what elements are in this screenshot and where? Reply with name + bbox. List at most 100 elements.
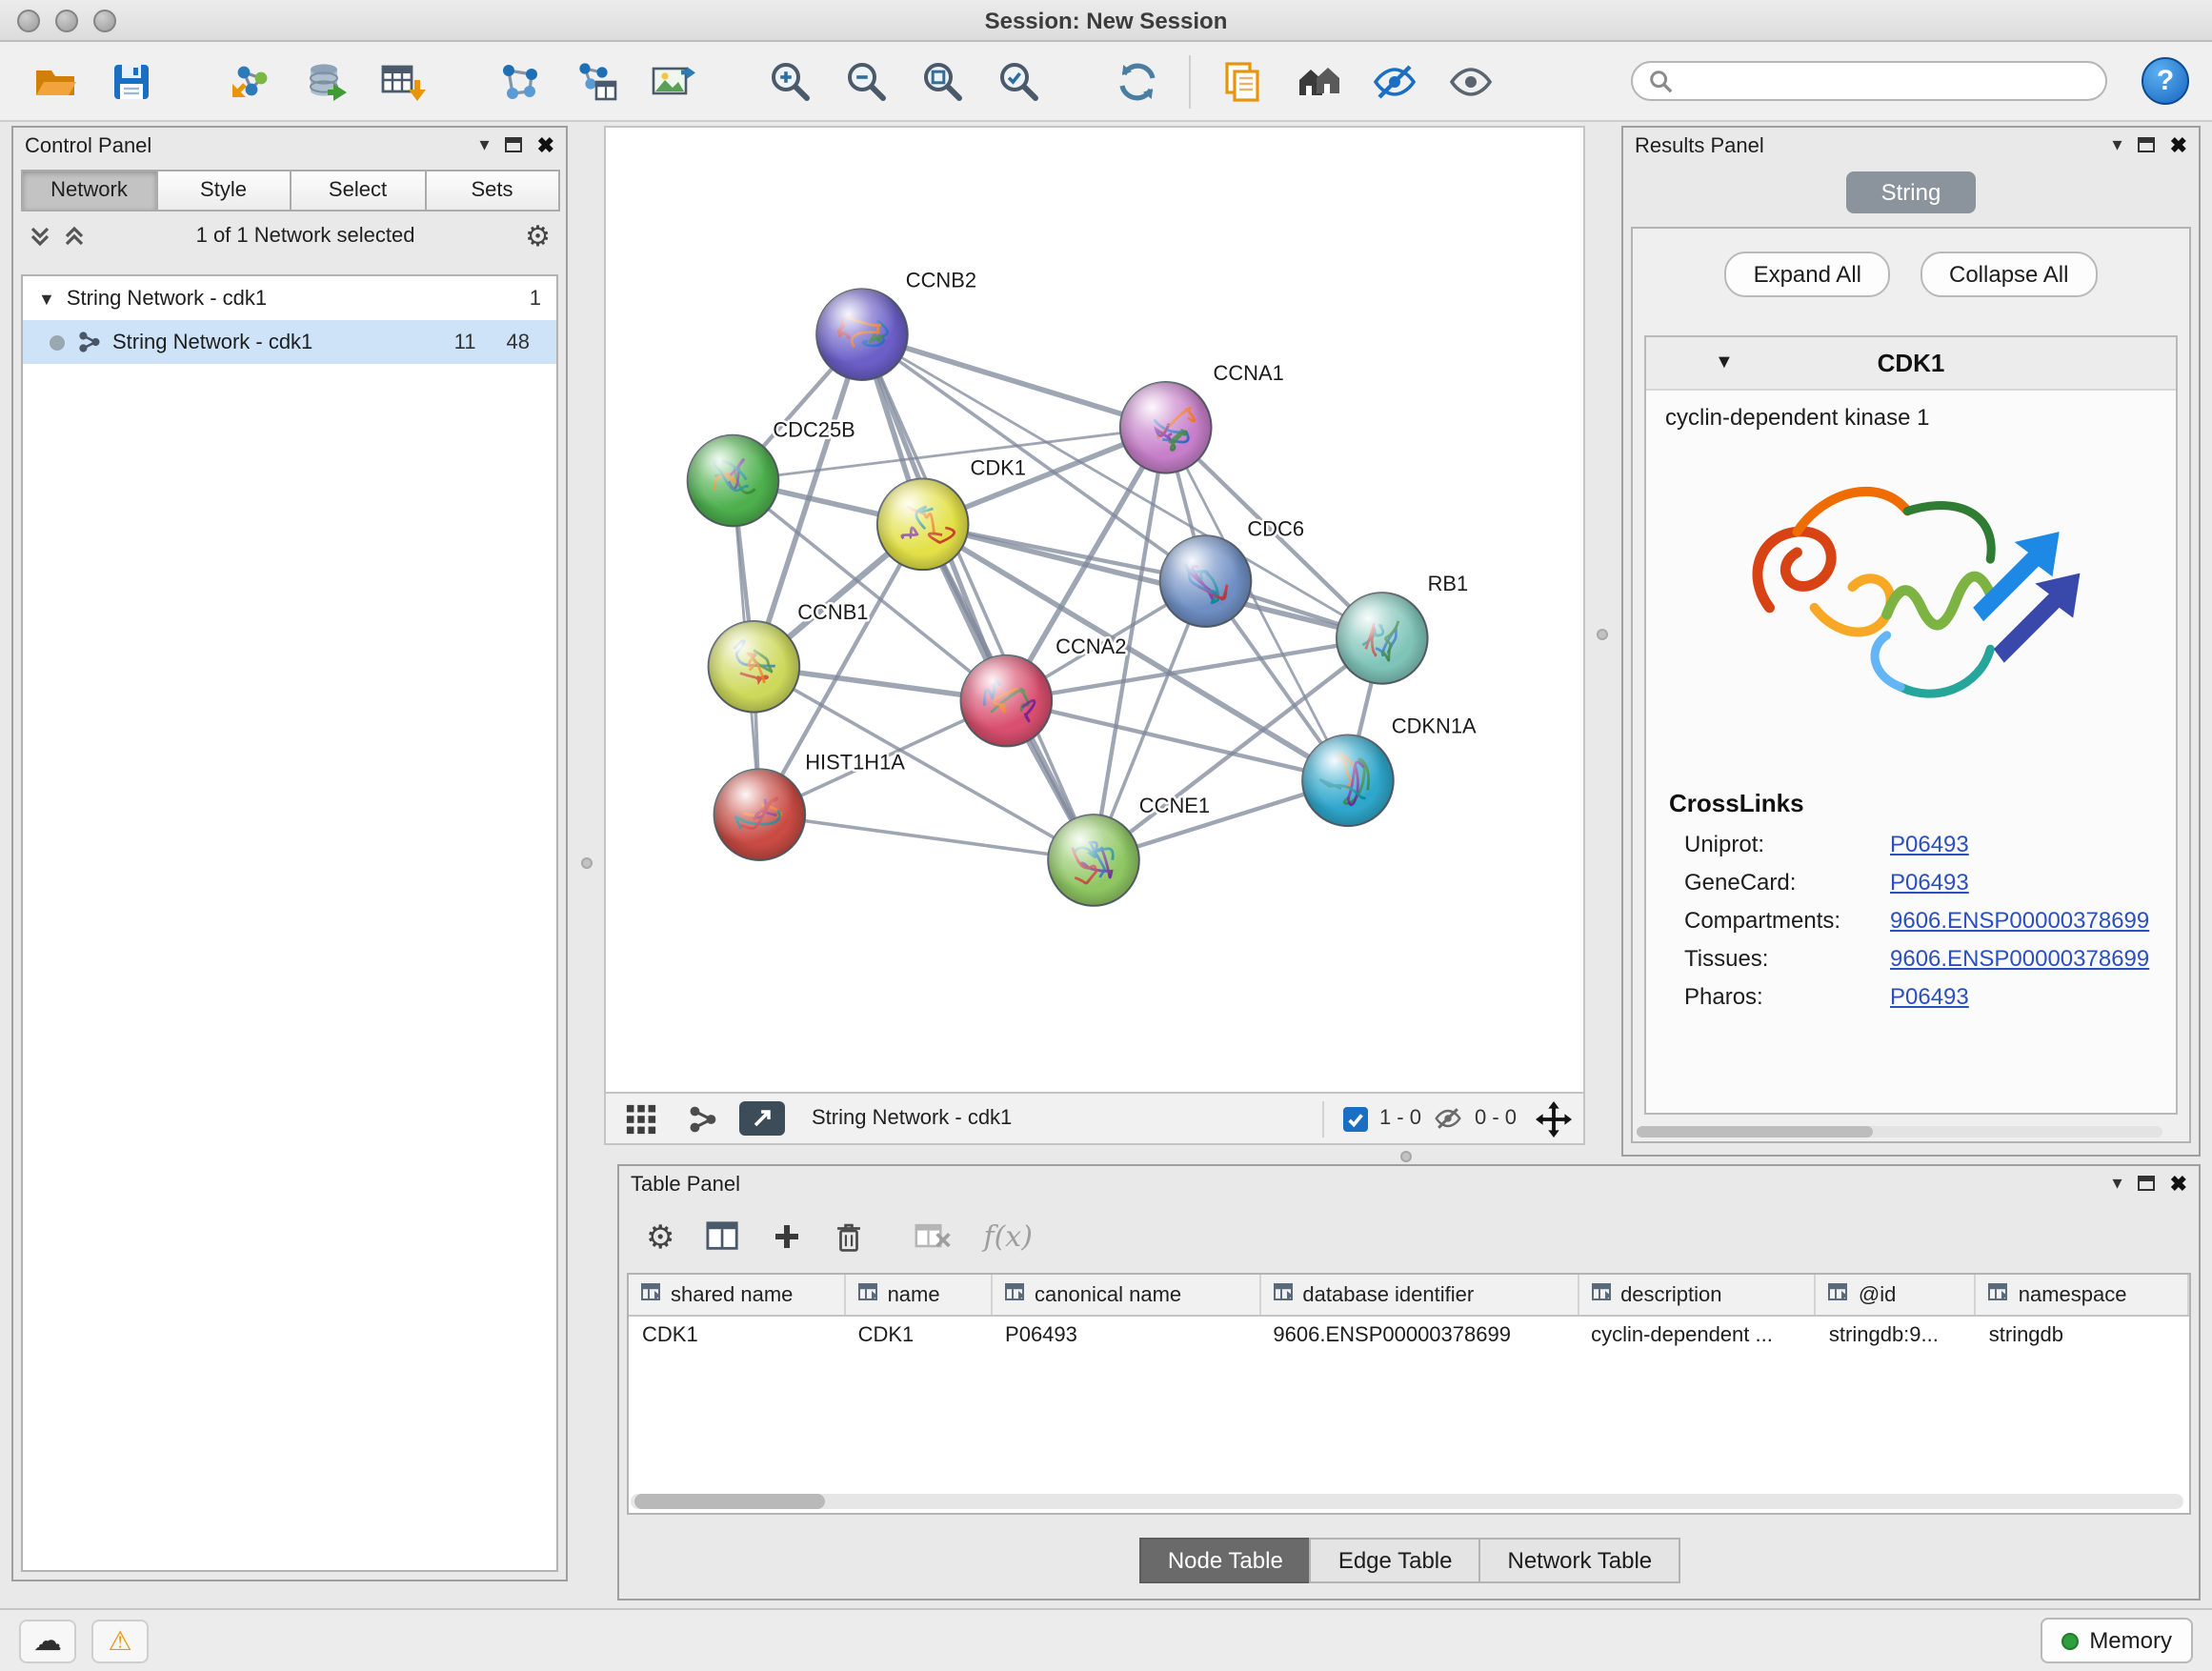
- network-node-CDKN1A[interactable]: [1302, 735, 1394, 826]
- table-cell[interactable]: stringdb: [1976, 1315, 2188, 1355]
- table-cell[interactable]: P06493: [992, 1315, 1259, 1355]
- column-header-database-identifier[interactable]: database identifier: [1259, 1275, 1578, 1315]
- table-horizontal-scrollbar[interactable]: [631, 1494, 2183, 1509]
- export-network-button[interactable]: [564, 49, 629, 113]
- float-panel-icon[interactable]: [505, 136, 522, 157]
- duplicate-network-button[interactable]: [1210, 49, 1275, 113]
- collapse-panel-icon[interactable]: ▾: [2113, 1176, 2122, 1195]
- show-columns-button[interactable]: [706, 1219, 742, 1254]
- close-panel-icon[interactable]: ✖: [2170, 136, 2187, 157]
- table-settings-button[interactable]: ⚙: [646, 1220, 675, 1253]
- network-edge[interactable]: [862, 334, 1166, 428]
- network-node-CCNE1[interactable]: [1048, 815, 1139, 906]
- function-builder-button[interactable]: f(x): [984, 1219, 1033, 1254]
- save-session-button[interactable]: [99, 49, 164, 113]
- collapse-all-icon[interactable]: [63, 225, 86, 248]
- refresh-layout-button[interactable]: [1105, 49, 1170, 113]
- table-cell[interactable]: CDK1: [629, 1315, 845, 1355]
- network-node-RB1[interactable]: [1337, 593, 1428, 684]
- tab-network-table[interactable]: Network Table: [1479, 1538, 1681, 1583]
- network-row[interactable]: String Network - cdk1 11 48: [23, 320, 556, 364]
- network-node-CCNA2[interactable]: [961, 655, 1053, 747]
- collapse-panel-icon[interactable]: ▾: [2113, 137, 2122, 156]
- splitter-handle[interactable]: [1597, 629, 1608, 640]
- column-header-description[interactable]: description: [1578, 1275, 1816, 1315]
- minimize-window-button[interactable]: [55, 10, 78, 32]
- column-header-namespace[interactable]: namespace: [1976, 1275, 2188, 1315]
- network-node-CDK1[interactable]: [877, 479, 969, 571]
- expand-all-button[interactable]: Expand All: [1725, 252, 1890, 297]
- crosslink-link[interactable]: P06493: [1890, 831, 1969, 857]
- export-image-button[interactable]: [640, 49, 705, 113]
- table-cell[interactable]: stringdb:9...: [1816, 1315, 1976, 1355]
- table-cell[interactable]: 9606.ENSP00000378699: [1259, 1315, 1578, 1355]
- collection-expander-icon[interactable]: ▼: [38, 289, 55, 308]
- close-panel-icon[interactable]: ✖: [537, 136, 554, 157]
- float-panel-icon[interactable]: [2138, 136, 2155, 157]
- network-node-CDC6[interactable]: [1160, 535, 1252, 627]
- close-panel-icon[interactable]: ✖: [2170, 1175, 2187, 1196]
- open-session-button[interactable]: [23, 49, 88, 113]
- network-node-CCNA1[interactable]: [1120, 382, 1212, 473]
- zoom-window-button[interactable]: [93, 10, 116, 32]
- crosslink-link[interactable]: 9606.ENSP00000378699: [1890, 907, 2149, 934]
- glass-effect-button[interactable]: [1362, 49, 1427, 113]
- network-collection-row[interactable]: ▼ String Network - cdk1 1: [23, 276, 556, 320]
- zoom-out-button[interactable]: [835, 49, 899, 113]
- delete-table-button[interactable]: [915, 1221, 954, 1252]
- zoom-fit-button[interactable]: [911, 49, 975, 113]
- tab-select[interactable]: Select: [290, 170, 426, 211]
- collapse-panel-icon[interactable]: ▾: [480, 137, 490, 156]
- expand-all-icon[interactable]: [29, 225, 51, 248]
- results-horizontal-scrollbar[interactable]: [1637, 1126, 2162, 1137]
- gear-icon[interactable]: ⚙: [525, 222, 551, 251]
- network-node-CDC25B[interactable]: [688, 435, 779, 527]
- column-header--id[interactable]: @id: [1816, 1275, 1976, 1315]
- zoom-selected-button[interactable]: [987, 49, 1052, 113]
- search-field[interactable]: [1631, 61, 2107, 101]
- zoom-in-button[interactable]: [758, 49, 823, 113]
- network-node-HIST1H1A[interactable]: [714, 769, 806, 860]
- cloud-status-button[interactable]: ☁: [19, 1619, 76, 1662]
- import-network-file-button[interactable]: [217, 49, 282, 113]
- tab-sets[interactable]: Sets: [424, 170, 560, 211]
- network-from-selection-button[interactable]: [488, 49, 553, 113]
- table-cell[interactable]: CDK1: [845, 1315, 992, 1355]
- network-node-CCNB2[interactable]: [816, 289, 908, 380]
- network-overview-button[interactable]: [678, 1099, 724, 1137]
- gene-expander-icon[interactable]: ▼: [1715, 352, 1734, 373]
- crosslink-link[interactable]: 9606.ENSP00000378699: [1890, 945, 2149, 972]
- show-structures-button[interactable]: [1438, 49, 1503, 113]
- tab-network[interactable]: Network: [21, 170, 157, 211]
- network-node-CCNB1[interactable]: [709, 621, 800, 713]
- detach-view-button[interactable]: [739, 1101, 785, 1136]
- splitter-handle[interactable]: [1400, 1151, 1412, 1162]
- memory-button[interactable]: Memory: [2040, 1618, 2193, 1663]
- close-window-button[interactable]: [17, 10, 40, 32]
- network-edge[interactable]: [1006, 701, 1348, 781]
- column-header-canonical-name[interactable]: canonical name: [992, 1275, 1259, 1315]
- splitter-handle[interactable]: [581, 857, 593, 869]
- network-edge[interactable]: [759, 815, 1094, 860]
- search-input[interactable]: [1682, 70, 2090, 92]
- tab-style[interactable]: Style: [155, 170, 292, 211]
- network-canvas[interactable]: CCNB2CCNA1CDC25BCDK1CDC6RB1CCNB1CCNA2CDK…: [606, 128, 1583, 1092]
- table-row[interactable]: CDK1CDK1P064939606.ENSP00000378699cyclin…: [629, 1315, 2188, 1355]
- table-cell[interactable]: cyclin-dependent ...: [1578, 1315, 1816, 1355]
- tab-node-table[interactable]: Node Table: [1139, 1538, 1312, 1583]
- crosslink-link[interactable]: P06493: [1890, 983, 1969, 1010]
- delete-column-button[interactable]: [834, 1219, 866, 1254]
- gene-card-header[interactable]: ▼ CDK1: [1646, 337, 2176, 391]
- create-column-button[interactable]: [773, 1221, 803, 1252]
- tab-string[interactable]: String: [1847, 171, 1976, 213]
- import-table-button[interactable]: [370, 49, 434, 113]
- column-header-name[interactable]: name: [845, 1275, 992, 1315]
- help-button[interactable]: ?: [2142, 57, 2189, 105]
- pan-move-icon[interactable]: [1536, 1100, 1572, 1137]
- string-home-button[interactable]: [1286, 49, 1351, 113]
- crosslink-link[interactable]: P06493: [1890, 869, 1969, 896]
- column-header-shared-name[interactable]: shared name: [629, 1275, 845, 1315]
- collapse-all-button[interactable]: Collapse All: [1920, 252, 2097, 297]
- network-view[interactable]: CCNB2CCNA1CDC25BCDK1CDC6RB1CCNB1CCNA2CDK…: [604, 126, 1585, 1094]
- node-table[interactable]: shared namenamecanonical namedatabase id…: [627, 1273, 2191, 1515]
